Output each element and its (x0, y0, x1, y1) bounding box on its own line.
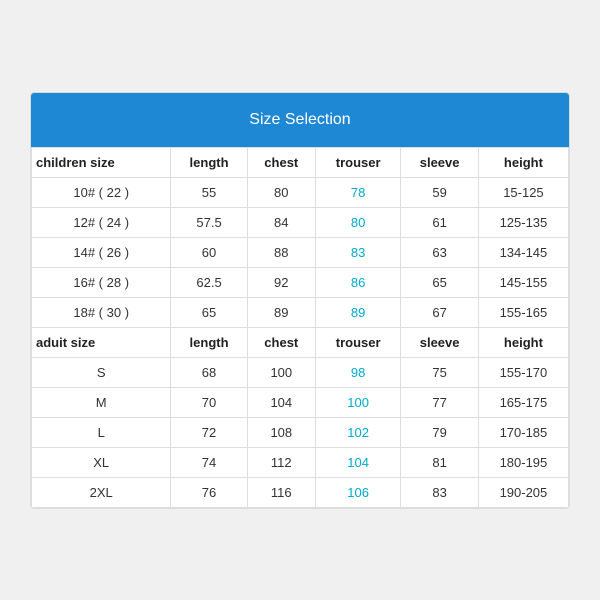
data-cell-col6: 15-125 (478, 177, 568, 207)
data-cell-col4: 102 (315, 417, 400, 447)
data-cell-col1: XL (32, 447, 171, 477)
data-cell-col2: 74 (171, 447, 247, 477)
data-cell-col6: 155-170 (478, 357, 568, 387)
data-cell-col5: 75 (401, 357, 478, 387)
data-cell-col2: 60 (171, 237, 247, 267)
data-cell-col5: 59 (401, 177, 478, 207)
data-cell-col1: S (32, 357, 171, 387)
data-cell-col6: 155-165 (478, 297, 568, 327)
data-cell-col5: 77 (401, 387, 478, 417)
data-cell-col2: 68 (171, 357, 247, 387)
data-cell-col3: 112 (247, 447, 315, 477)
data-cell-col3: 108 (247, 417, 315, 447)
header-cell-col1: aduit size (32, 327, 171, 357)
data-cell-col3: 100 (247, 357, 315, 387)
data-cell-col2: 62.5 (171, 267, 247, 297)
data-cell-col5: 63 (401, 237, 478, 267)
data-cell-col1: 12# ( 24 ) (32, 207, 171, 237)
data-cell-col1: M (32, 387, 171, 417)
data-cell-col2: 55 (171, 177, 247, 207)
data-cell-col6: 165-175 (478, 387, 568, 417)
data-cell-col4: 83 (315, 237, 400, 267)
data-cell-col3: 104 (247, 387, 315, 417)
data-cell-col5: 81 (401, 447, 478, 477)
data-cell-col5: 83 (401, 477, 478, 507)
data-cell-col2: 57.5 (171, 207, 247, 237)
data-cell-col4: 106 (315, 477, 400, 507)
data-cell-col5: 67 (401, 297, 478, 327)
data-cell-col5: 61 (401, 207, 478, 237)
data-cell-col1: 16# ( 28 ) (32, 267, 171, 297)
data-cell-col1: L (32, 417, 171, 447)
data-cell-col3: 88 (247, 237, 315, 267)
data-cell-col6: 180-195 (478, 447, 568, 477)
header-cell-col6: height (478, 327, 568, 357)
data-cell-col1: 14# ( 26 ) (32, 237, 171, 267)
size-table: children sizelengthchesttrousersleevehei… (31, 147, 569, 508)
data-cell-col4: 78 (315, 177, 400, 207)
data-cell-col2: 72 (171, 417, 247, 447)
data-cell-col4: 104 (315, 447, 400, 477)
data-cell-col6: 145-155 (478, 267, 568, 297)
data-cell-col4: 98 (315, 357, 400, 387)
table-title: Size Selection (31, 93, 569, 147)
data-cell-col4: 100 (315, 387, 400, 417)
header-cell-col3: chest (247, 327, 315, 357)
data-cell-col6: 125-135 (478, 207, 568, 237)
data-cell-col3: 92 (247, 267, 315, 297)
header-cell-col4: trouser (315, 327, 400, 357)
data-cell-col2: 70 (171, 387, 247, 417)
data-cell-col3: 89 (247, 297, 315, 327)
header-cell-col4: trouser (315, 147, 400, 177)
data-cell-col3: 84 (247, 207, 315, 237)
data-cell-col1: 2XL (32, 477, 171, 507)
data-cell-col6: 134-145 (478, 237, 568, 267)
data-cell-col6: 170-185 (478, 417, 568, 447)
data-cell-col2: 65 (171, 297, 247, 327)
header-cell-col2: length (171, 147, 247, 177)
header-cell-col1: children size (32, 147, 171, 177)
size-selection-card: Size Selection children sizelengthchestt… (30, 92, 570, 509)
data-cell-col4: 86 (315, 267, 400, 297)
data-cell-col1: 10# ( 22 ) (32, 177, 171, 207)
data-cell-col4: 80 (315, 207, 400, 237)
header-cell-col3: chest (247, 147, 315, 177)
data-cell-col1: 18# ( 30 ) (32, 297, 171, 327)
data-cell-col3: 116 (247, 477, 315, 507)
data-cell-col2: 76 (171, 477, 247, 507)
header-cell-col5: sleeve (401, 327, 478, 357)
header-cell-col5: sleeve (401, 147, 478, 177)
header-cell-col6: height (478, 147, 568, 177)
data-cell-col5: 65 (401, 267, 478, 297)
data-cell-col4: 89 (315, 297, 400, 327)
header-cell-col2: length (171, 327, 247, 357)
data-cell-col6: 190-205 (478, 477, 568, 507)
data-cell-col5: 79 (401, 417, 478, 447)
data-cell-col3: 80 (247, 177, 315, 207)
